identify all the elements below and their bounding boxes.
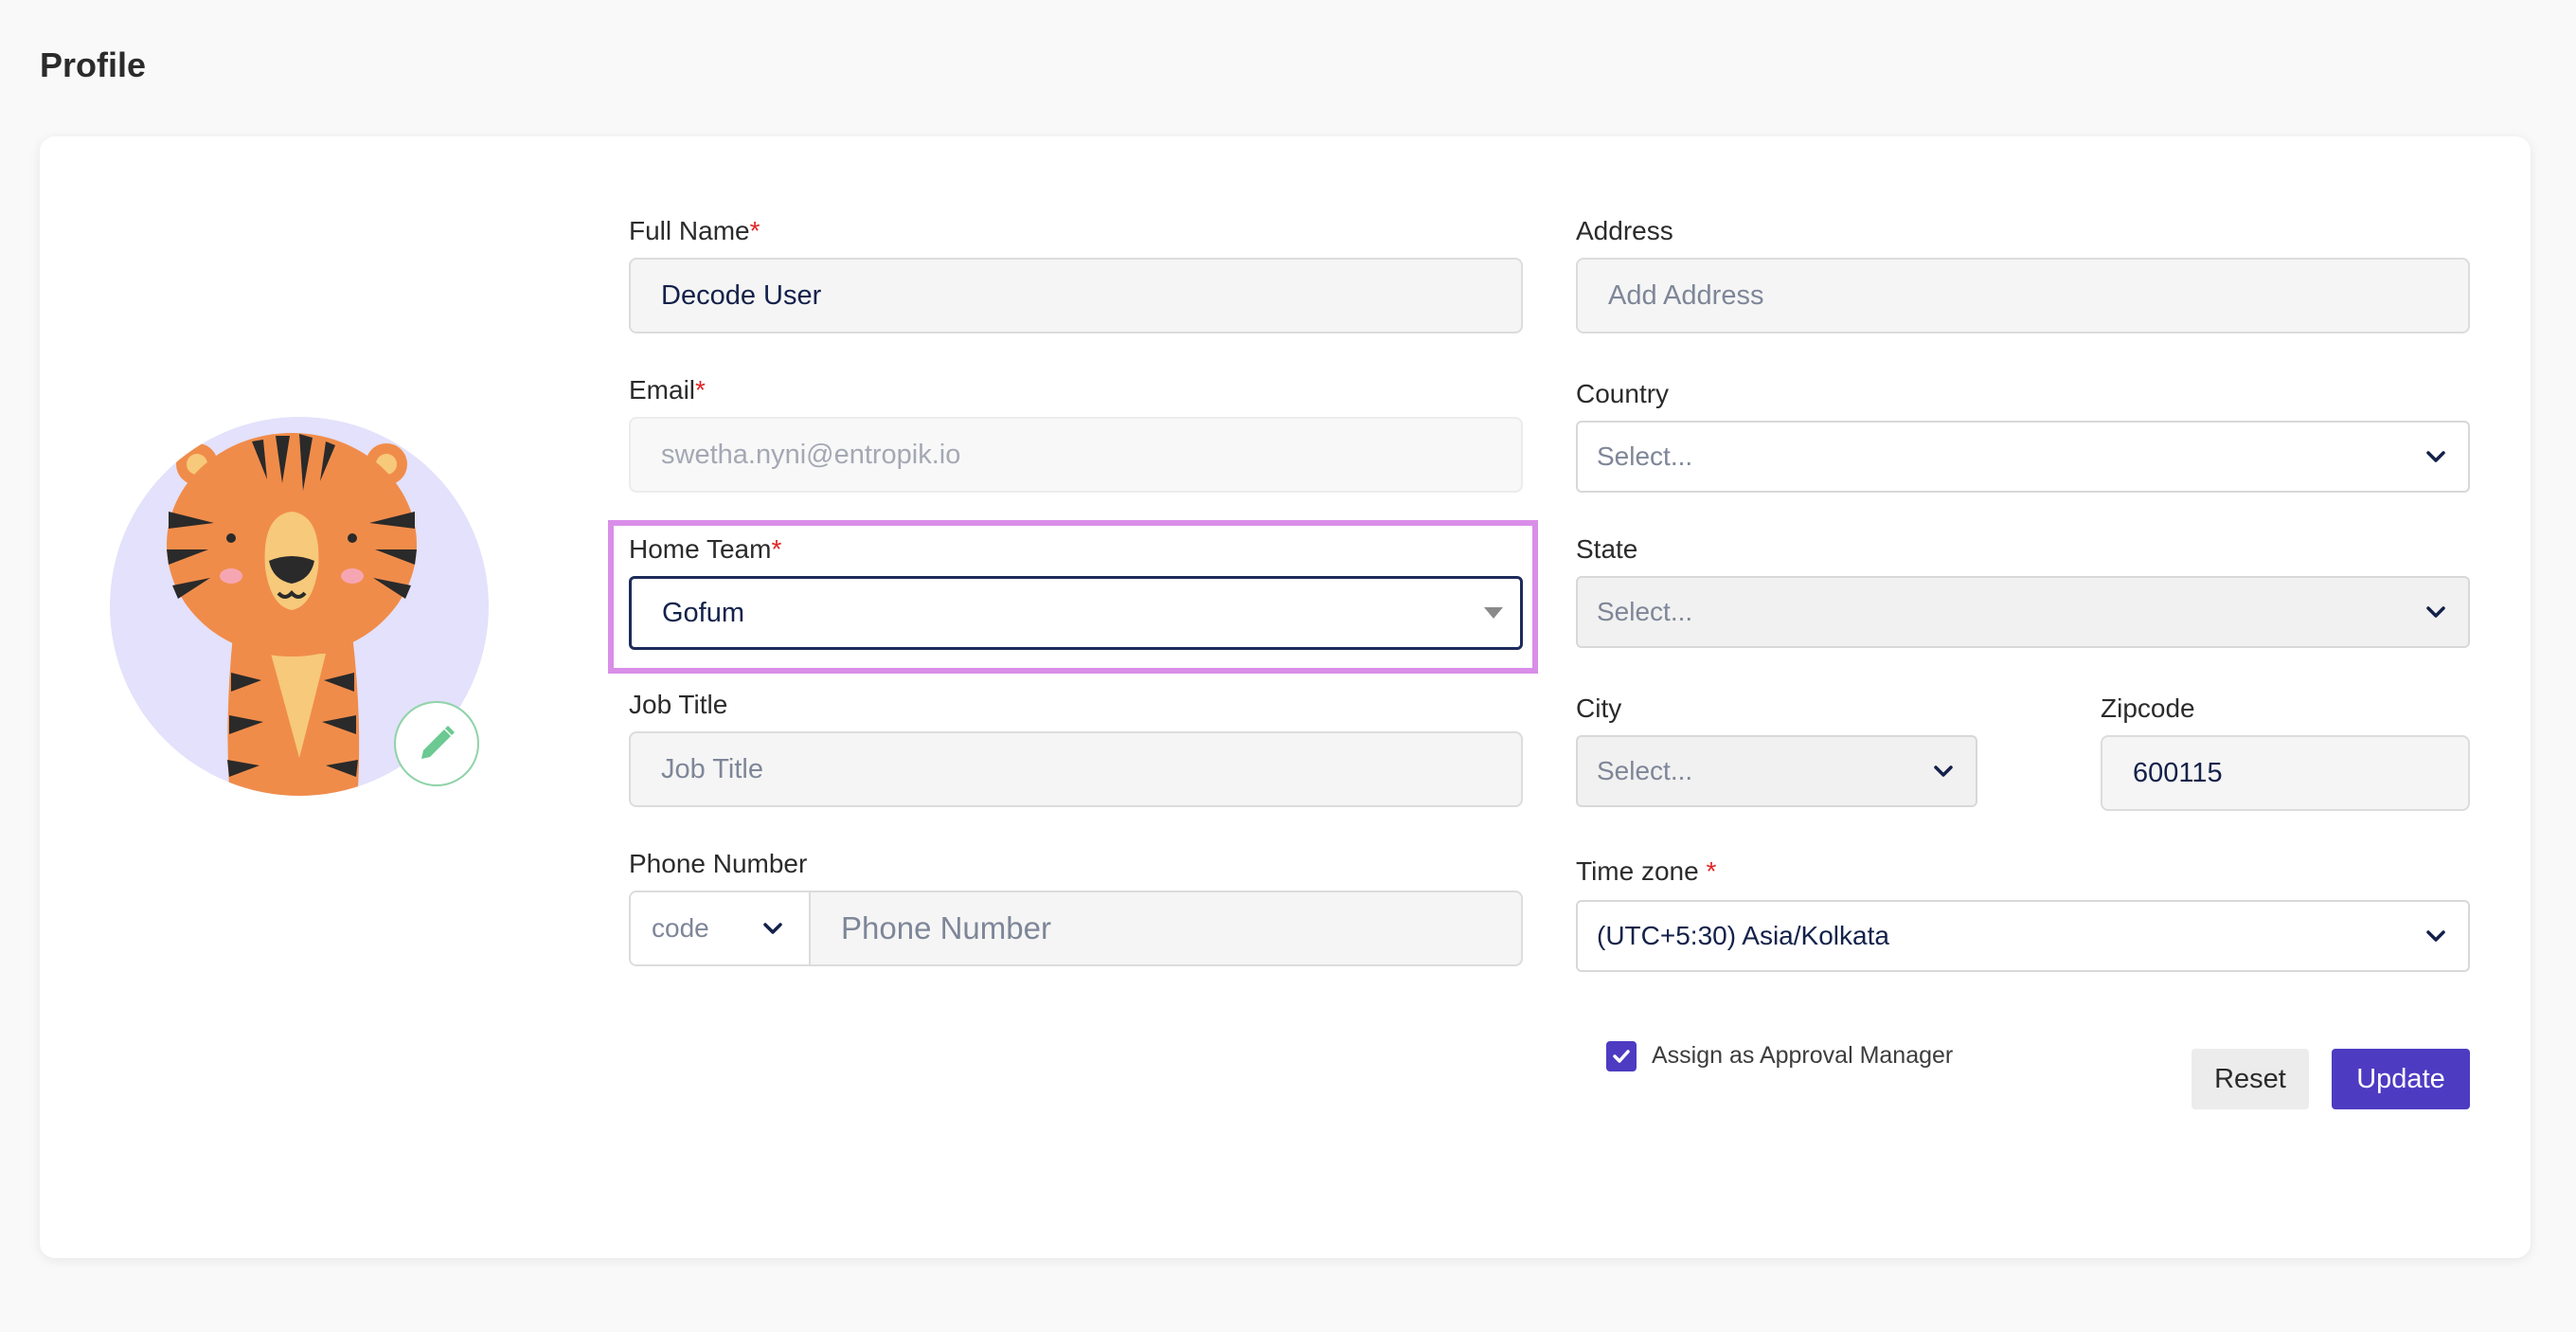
address-input[interactable]: Add Address (1576, 258, 2470, 333)
full-name-label-text: Full Name (629, 216, 750, 245)
full-name-label: Full Name* (629, 216, 760, 246)
country-code-select[interactable]: code (631, 892, 811, 964)
update-button[interactable]: Update (2332, 1049, 2470, 1109)
reset-button[interactable]: Reset (2191, 1049, 2309, 1109)
email-input: swetha.nyni@entropik.io (629, 417, 1523, 493)
required-mark: * (1706, 856, 1717, 886)
phone-number-group: code Phone Number (629, 891, 1523, 966)
city-label: City (1576, 693, 1622, 723)
pencil-icon (421, 726, 455, 759)
page-title: Profile (40, 45, 147, 84)
approval-manager-checkbox[interactable] (1606, 1041, 1637, 1071)
home-team-value: Gofum (662, 597, 745, 628)
zipcode-value: 600115 (2133, 757, 2223, 788)
required-mark: * (771, 534, 782, 564)
country-placeholder: Select... (1597, 441, 1693, 471)
home-team-select[interactable]: Gofum (629, 576, 1523, 650)
job-title-input[interactable]: Job Title (629, 731, 1523, 807)
zipcode-label: Zipcode (2101, 693, 2195, 723)
address-placeholder: Add Address (1608, 279, 1764, 311)
timezone-label: Time zone * (1576, 856, 1716, 887)
city-placeholder: Select... (1597, 756, 1693, 785)
phone-number-input[interactable]: Phone Number (811, 892, 1521, 964)
chevron-down-icon (1934, 765, 1953, 777)
state-select[interactable]: Select... (1576, 576, 2470, 648)
country-select[interactable]: Select... (1576, 421, 2470, 493)
phone-number-label: Phone Number (629, 849, 808, 878)
approval-manager-label: Assign as Approval Manager (1652, 1042, 1954, 1069)
full-name-input[interactable]: Decode User (629, 258, 1523, 333)
chevron-down-icon (2426, 606, 2445, 618)
city-select[interactable]: Select... (1576, 735, 1977, 807)
chevron-down-icon (2426, 930, 2445, 942)
required-mark: * (749, 216, 760, 245)
chevron-down-icon (2426, 451, 2445, 462)
timezone-select[interactable]: (UTC+5:30) Asia/Kolkata (1576, 900, 2470, 972)
phone-number-placeholder: Phone Number (841, 910, 1051, 945)
zipcode-input[interactable]: 600115 (2101, 735, 2470, 811)
home-team-label: Home Team* (629, 534, 781, 565)
timezone-label-text: Time zone (1576, 856, 1707, 886)
email-value: swetha.nyni@entropik.io (661, 439, 961, 470)
avatar (110, 417, 489, 796)
checkmark-icon (1613, 1050, 1630, 1063)
required-mark: * (695, 375, 706, 405)
job-title-placeholder: Job Title (661, 753, 763, 784)
country-label: Country (1576, 379, 1670, 408)
email-label: Email* (629, 375, 706, 405)
home-team-label-text: Home Team (629, 534, 772, 564)
edit-avatar-button[interactable] (394, 701, 479, 786)
country-code-placeholder: code (652, 913, 709, 943)
full-name-value: Decode User (661, 279, 822, 311)
address-label: Address (1576, 216, 1673, 245)
timezone-value: (UTC+5:30) Asia/Kolkata (1597, 921, 1889, 950)
chevron-down-icon (763, 923, 782, 934)
caret-down-icon (1484, 607, 1503, 619)
email-label-text: Email (629, 375, 696, 405)
state-label: State (1576, 534, 1638, 564)
job-title-label: Job Title (629, 690, 728, 719)
state-placeholder: Select... (1597, 597, 1693, 626)
